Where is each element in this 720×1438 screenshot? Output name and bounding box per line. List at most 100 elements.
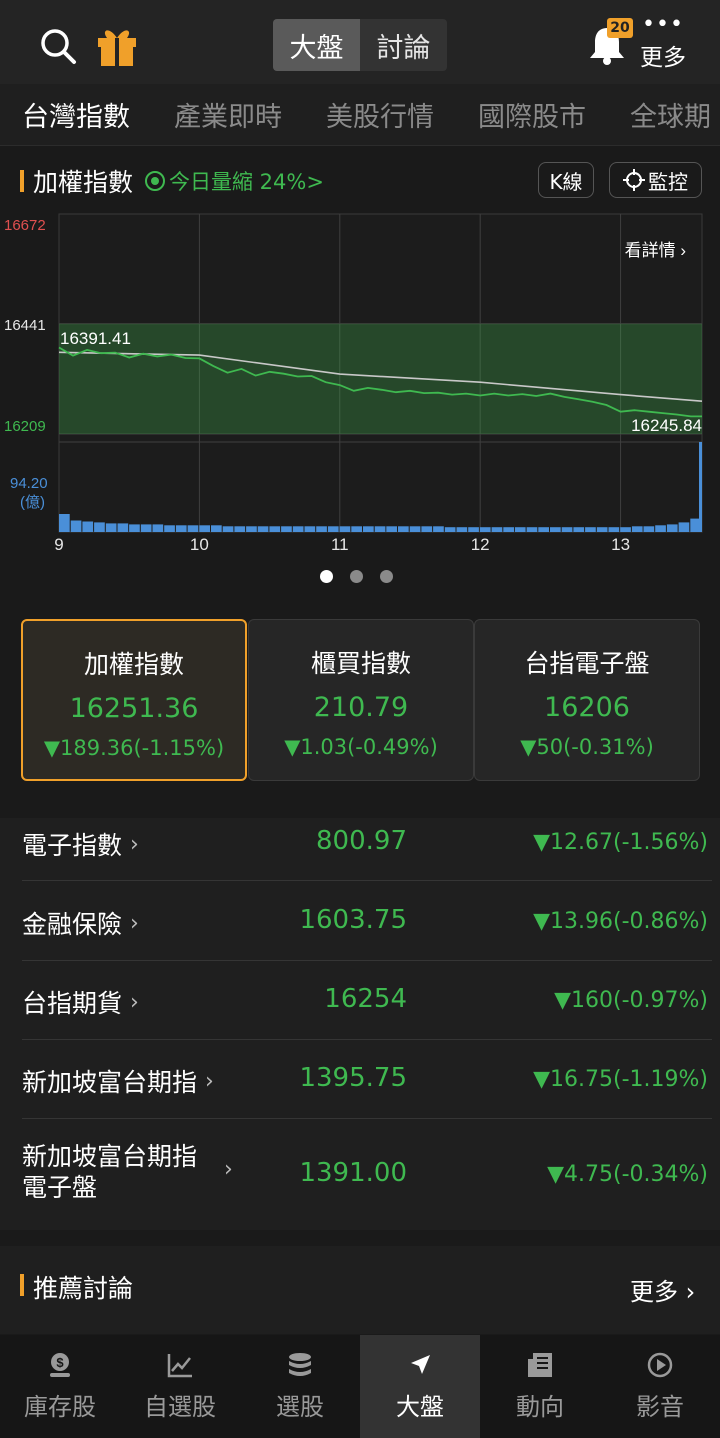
- recommend-more-link[interactable]: 更多 ›: [630, 1272, 695, 1307]
- volume-bar: [59, 514, 70, 532]
- volume-unit-label: (億): [20, 494, 45, 511]
- database-icon: [289, 1353, 311, 1376]
- nav-market[interactable]: 大盤: [360, 1335, 480, 1438]
- volume-bar: [281, 526, 292, 532]
- volume-note-text: 今日量縮 24%>: [169, 170, 324, 194]
- list-item[interactable]: 新加坡富台期指 › 1395.75 ▼16.75(-1.19%): [0, 1040, 720, 1119]
- volume-bar: [70, 520, 82, 532]
- volume-bar: [444, 527, 456, 532]
- volume-bar: [421, 526, 433, 532]
- volume-bar: [550, 527, 561, 532]
- x-tick-label: 11: [331, 535, 349, 554]
- tab-industry-realtime[interactable]: 產業即時: [174, 95, 282, 134]
- volume-bar: [608, 527, 620, 532]
- navigation-arrow-icon: [411, 1355, 430, 1374]
- open-price-label: 16391.41: [60, 329, 131, 348]
- index-card-otc[interactable]: 櫃買指數 210.79 ▼1.03(-0.49%): [248, 619, 474, 781]
- nav-watchlist[interactable]: 自選股: [120, 1335, 240, 1438]
- list-item-change: ▼16.75(-1.19%): [533, 1067, 708, 1092]
- monitor-button[interactable]: 監控: [609, 162, 702, 198]
- crosshair-icon: [623, 169, 645, 191]
- above-reference-band: [59, 323, 702, 434]
- segment-control: 大盤 討論: [273, 19, 447, 71]
- nav-label: 影音: [636, 1393, 684, 1421]
- volume-bar: [678, 522, 690, 532]
- volume-bar: [655, 525, 666, 532]
- volume-bar: [479, 527, 491, 532]
- nav-label: 動向: [516, 1393, 564, 1421]
- volume-bar: [211, 525, 222, 532]
- gift-icon[interactable]: [95, 24, 139, 68]
- card-value: 16251.36: [69, 693, 199, 724]
- volume-bar: [129, 524, 140, 532]
- intraday-chart[interactable]: 16672 16441 16209 16391.41 16245.84 94.2…: [0, 212, 720, 557]
- chevron-right-icon: ›: [205, 1068, 214, 1094]
- volume-bar: [514, 527, 526, 532]
- page-dot-1[interactable]: [320, 570, 333, 583]
- volume-bar: [316, 526, 327, 532]
- x-tick-label: 12: [471, 535, 490, 554]
- list-item[interactable]: 台指期貨 › 16254 ▼160(-0.97%): [0, 961, 720, 1040]
- search-icon[interactable]: [38, 26, 78, 66]
- tab-taiwan-index[interactable]: 台灣指數: [22, 95, 130, 134]
- volume-bar: [433, 526, 444, 532]
- volume-bar: [631, 526, 643, 532]
- volume-bar: [351, 526, 362, 532]
- list-item-value: 1603.75: [299, 905, 407, 935]
- card-name: 加權指數: [83, 650, 184, 679]
- volume-bar: [643, 526, 655, 532]
- nav-screener[interactable]: 選股: [240, 1335, 360, 1438]
- list-item[interactable]: 電子指數 › 800.97 ▼12.67(-1.56%): [0, 818, 720, 880]
- volume-bar: [386, 526, 397, 532]
- x-axis-ticks: 9 10 11 12 13: [54, 535, 630, 554]
- target-dot-icon: [145, 171, 165, 191]
- tab-international[interactable]: 國際股市: [478, 95, 586, 134]
- list-item-change: ▼4.75(-0.34%): [547, 1162, 708, 1187]
- volume-bar: [585, 527, 596, 532]
- list-item[interactable]: 新加坡富台期指 電子盤 › 1391.00 ▼4.75(-0.34%): [0, 1119, 720, 1230]
- list-item-value: 800.97: [316, 826, 407, 856]
- volume-bar: [409, 526, 421, 532]
- volume-bar: [374, 526, 386, 532]
- kline-button[interactable]: K線: [538, 162, 594, 198]
- volume-bar: [620, 527, 631, 532]
- y-tick-low: 16209: [4, 418, 46, 435]
- volume-bar: [503, 527, 514, 532]
- volume-bar: [456, 527, 468, 532]
- chevron-right-icon: ›: [130, 989, 139, 1015]
- more-menu[interactable]: ••• 更多: [636, 14, 690, 74]
- y-tick-high: 16672: [4, 217, 46, 234]
- volume-bar: [269, 526, 281, 532]
- news-icon: [528, 1353, 552, 1377]
- segment-market[interactable]: 大盤: [273, 19, 360, 71]
- tab-global-futures[interactable]: 全球期: [630, 95, 711, 134]
- list-item[interactable]: 金融保險 › 1603.75 ▼13.96(-0.86%): [0, 881, 720, 960]
- card-change: ▼1.03(-0.49%): [284, 735, 438, 759]
- volume-bar: [526, 527, 538, 532]
- volume-bar: [538, 527, 549, 532]
- list-item-name: 新加坡富台期指: [22, 1142, 198, 1171]
- nav-trends[interactable]: 動向: [480, 1335, 600, 1438]
- chevron-right-icon: ›: [224, 1157, 233, 1182]
- volume-bar: [363, 526, 374, 532]
- list-item-name: 新加坡富台期指: [22, 1068, 198, 1097]
- volume-bar: [82, 521, 94, 532]
- nav-portfolio[interactable]: $ 庫存股: [0, 1335, 120, 1438]
- card-change: ▼50(-0.31%): [520, 735, 654, 759]
- volume-note-link[interactable]: 今日量縮 24%>: [145, 166, 324, 196]
- nav-video[interactable]: 影音: [600, 1335, 720, 1438]
- coin-icon: $: [50, 1353, 70, 1377]
- page-dot-3[interactable]: [380, 570, 393, 583]
- volume-bar: [199, 525, 210, 532]
- monitor-label: 監控: [648, 169, 688, 194]
- tab-us-stocks[interactable]: 美股行情: [326, 95, 434, 134]
- index-card-taiex[interactable]: 加權指數 16251.36 ▼189.36(-1.15%): [21, 619, 247, 781]
- market-tabs: 台灣指數 產業即時 美股行情 國際股市 全球期: [0, 84, 720, 146]
- volume-bar: [187, 525, 199, 532]
- segment-discussion[interactable]: 討論: [360, 19, 447, 71]
- detail-link: 看詳情 ›: [625, 241, 686, 260]
- index-card-electronics-futures[interactable]: 台指電子盤 16206 ▼50(-0.31%): [474, 619, 700, 781]
- nav-label: 選股: [276, 1393, 324, 1421]
- page-dot-2[interactable]: [350, 570, 363, 583]
- chart-line-icon: [167, 1354, 192, 1378]
